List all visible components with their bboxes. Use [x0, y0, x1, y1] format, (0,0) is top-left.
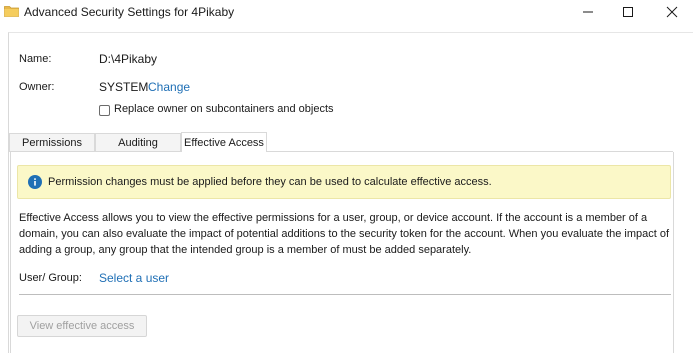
minimize-button[interactable]: [568, 0, 608, 24]
replace-owner-label[interactable]: Replace owner on subcontainers and objec…: [114, 103, 334, 115]
description-line: domain, you can also evaluate the impact…: [19, 228, 669, 240]
select-user-link[interactable]: Select a user: [99, 271, 169, 285]
tab-effective-access[interactable]: Effective Access: [181, 132, 267, 152]
change-owner-link[interactable]: Change: [148, 80, 190, 94]
user-group-label: User/ Group:: [19, 272, 82, 284]
replace-owner-checkbox[interactable]: [99, 105, 110, 116]
name-value: D:\4Pikaby: [99, 52, 158, 66]
info-banner-text: Permission changes must be applied befor…: [48, 176, 492, 188]
maximize-icon: [623, 7, 633, 17]
window-title: Advanced Security Settings for 4Pikaby: [24, 5, 235, 19]
view-effective-access-button[interactable]: View effective access: [17, 315, 147, 337]
minimize-icon: [583, 11, 593, 13]
description-line: Effective Access allows you to view the …: [19, 212, 648, 224]
title-bar: Advanced Security Settings for 4Pikaby: [0, 0, 700, 24]
owner-value: SYSTEM: [99, 80, 149, 94]
tab-auditing[interactable]: Auditing: [95, 133, 181, 151]
close-icon: [666, 6, 678, 18]
folder-icon: [4, 6, 19, 17]
close-button[interactable]: [652, 0, 692, 24]
maximize-button[interactable]: [608, 0, 648, 24]
description-line: adding a group, any group that the inten…: [19, 244, 472, 256]
effective-access-description: Effective Access allows you to view the …: [19, 210, 673, 258]
info-banner: Permission changes must be applied befor…: [17, 165, 671, 199]
owner-label: Owner:: [19, 81, 55, 93]
name-label: Name:: [19, 53, 52, 65]
tab-permissions[interactable]: Permissions: [9, 133, 95, 151]
info-icon: [28, 175, 42, 189]
section-separator: [19, 294, 671, 295]
